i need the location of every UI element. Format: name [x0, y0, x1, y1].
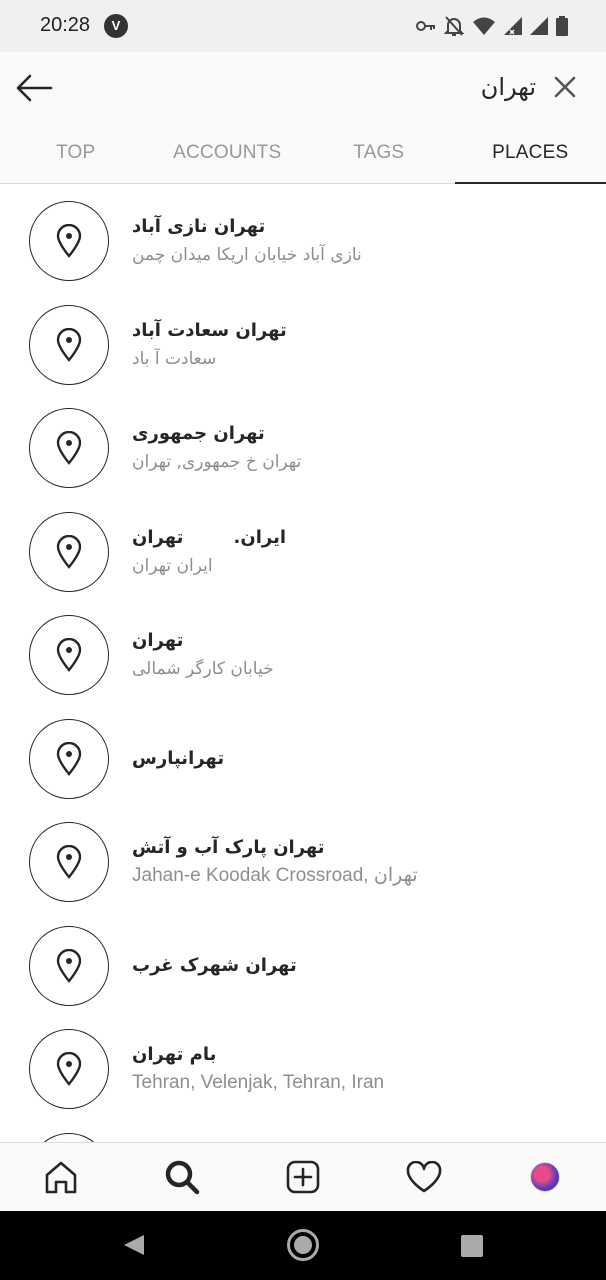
place-subtitle: Jahan-e Koodak Crossroad, تهران: [132, 865, 418, 886]
place-subtitle: خیابان کارگر شمالی: [132, 659, 274, 679]
location-pin-icon: [29, 1132, 109, 1142]
search-input[interactable]: [80, 66, 536, 108]
place-title: تهران نازی آباد: [132, 216, 266, 237]
location-pin-icon: [29, 408, 109, 488]
place-text: ایران. تهران ایران تهران: [132, 524, 586, 580]
place-text: تهران سعادت آباد سعادت آ باد: [132, 317, 586, 373]
place-row[interactable]: تهرانپارس: [0, 703, 606, 807]
heart-icon: [406, 1161, 442, 1193]
location-pin-icon: [29, 1029, 109, 1109]
back-button[interactable]: [14, 68, 54, 108]
place-row[interactable]: تهران شهرک غرب: [0, 910, 606, 1014]
profile-avatar: [530, 1162, 561, 1192]
place-title: تهران پارک آب و آتش: [132, 837, 325, 858]
nav-add-post[interactable]: [242, 1143, 363, 1211]
location-pin-icon: [29, 201, 109, 281]
nav-activity[interactable]: [364, 1143, 485, 1211]
place-title: تهران شهرک غرب: [132, 955, 297, 976]
system-back-icon[interactable]: [122, 1233, 146, 1257]
places-list: تهران نازی آباد نازی آباد خیابان اریکا م…: [0, 185, 606, 1142]
vpn-icon: V: [104, 14, 128, 38]
bell-off-icon: [444, 16, 464, 36]
place-title: بام تهران: [132, 1044, 217, 1065]
search-header: [0, 52, 606, 122]
bottom-nav: [0, 1142, 606, 1211]
place-subtitle: Tehran, Velenjak, Tehran, Iran: [132, 1072, 385, 1093]
clear-search-button[interactable]: [550, 72, 580, 102]
place-row[interactable]: بام تهران Tehran, Velenjak, Tehran, Iran: [0, 1013, 606, 1117]
tab-places[interactable]: PLACES: [454, 122, 606, 184]
signal-icon: [530, 17, 548, 35]
key-icon: [416, 21, 435, 31]
location-pin-icon: [29, 615, 109, 695]
place-title: ایران. تهران: [132, 526, 287, 548]
place-subtitle: ایران تهران: [132, 555, 213, 576]
close-icon: [554, 76, 576, 98]
wifi-icon: [473, 17, 495, 35]
signal-icon: [504, 17, 522, 35]
home-icon: [45, 1161, 76, 1194]
place-row[interactable]: تهران نازی آباد نازی آباد خیابان اریکا م…: [0, 185, 606, 289]
system-recents-icon[interactable]: [461, 1235, 483, 1257]
place-title: تهران جمهوری: [132, 423, 265, 444]
search-tabs: TOP ACCOUNTS TAGS PLACES: [0, 122, 606, 184]
status-bar: 20:28 V: [0, 0, 606, 52]
location-pin-icon: [29, 304, 109, 385]
place-text: تهران شهرک غرب: [132, 910, 586, 1023]
tab-top[interactable]: TOP: [0, 122, 152, 183]
tab-tags[interactable]: TAGS: [303, 122, 455, 183]
search-icon: [165, 1160, 200, 1195]
place-title: تهران: [132, 630, 184, 651]
place-text: تهران نازی آباد نازی آباد خیابان اریکا م…: [132, 213, 586, 269]
status-time: 20:28: [40, 14, 91, 36]
system-home-icon[interactable]: [287, 1229, 319, 1261]
place-row[interactable]: [0, 1117, 606, 1142]
place-row[interactable]: ایران. تهران ایران تهران: [0, 496, 606, 600]
location-pin-icon: [29, 511, 109, 592]
nav-search[interactable]: [121, 1143, 242, 1211]
nav-home[interactable]: [0, 1143, 121, 1211]
place-subtitle: تهران خ جمهوری, تهران: [132, 452, 302, 472]
place-title: تهران سعادت آباد: [132, 319, 287, 341]
location-pin-icon: [29, 822, 109, 902]
place-title: تهرانپارس: [132, 748, 225, 769]
battery-icon: [556, 16, 568, 36]
place-text: تهران خیابان کارگر شمالی: [132, 627, 586, 683]
tab-accounts[interactable]: ACCOUNTS: [152, 122, 304, 183]
place-subtitle: نازی آباد خیابان اریکا میدان چمن: [132, 245, 362, 265]
location-pin-icon: [29, 925, 109, 1006]
place-row[interactable]: تهران سعادت آباد سعادت آ باد: [0, 289, 606, 393]
location-pin-icon: [29, 718, 109, 799]
place-row[interactable]: تهران جمهوری تهران خ جمهوری, تهران: [0, 392, 606, 496]
system-nav-bar: [0, 1211, 606, 1280]
place-text: بام تهران Tehran, Velenjak, Tehran, Iran: [132, 1041, 586, 1097]
arrow-left-icon: [16, 74, 53, 102]
status-icons: [416, 14, 568, 38]
place-text: تهران پارک آب و آتش Jahan-e Koodak Cross…: [132, 834, 586, 890]
place-row[interactable]: تهران پارک آب و آتش Jahan-e Koodak Cross…: [0, 806, 606, 910]
place-subtitle: سعادت آ باد: [132, 348, 217, 369]
add-post-icon: [286, 1160, 320, 1194]
place-row[interactable]: تهران خیابان کارگر شمالی: [0, 599, 606, 703]
place-text: تهران جمهوری تهران خ جمهوری, تهران: [132, 420, 586, 476]
nav-profile[interactable]: [485, 1143, 606, 1211]
place-text: تهرانپارس: [132, 703, 586, 816]
